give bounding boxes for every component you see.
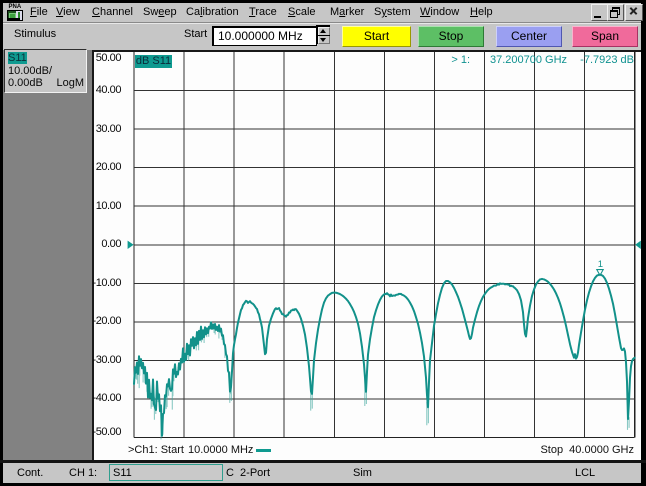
svg-text:1: 1 [598, 259, 603, 270]
